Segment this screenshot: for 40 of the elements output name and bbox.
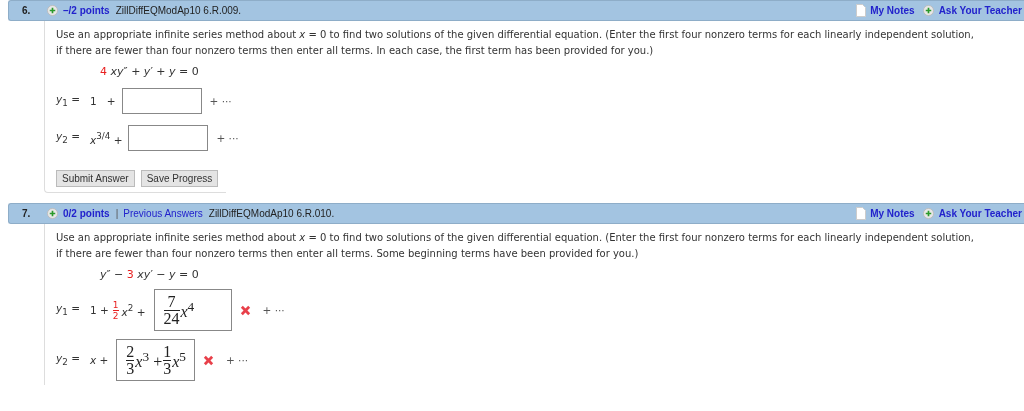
- question-number: 6.: [21, 5, 32, 16]
- form-button[interactable]: Save Progress: [140, 170, 219, 187]
- ellipsis-term: + ···: [225, 354, 249, 366]
- points-link[interactable]: 0/2 points: [63, 208, 110, 219]
- answer-label: y$_{1}$ =: [56, 302, 81, 318]
- given-term: x$^{3/4}$ +: [90, 130, 123, 146]
- ask-teacher-link[interactable]: Ask Your Teacher: [938, 5, 1022, 16]
- my-notes-link[interactable]: My Notes: [870, 5, 915, 16]
- fraction: 1 2: [112, 299, 119, 321]
- answer-label: y$_{1}$ =: [56, 93, 81, 109]
- equation: y″ − 3 xy′ − y = 0: [100, 268, 200, 281]
- answer-field[interactable]: [121, 88, 202, 114]
- plus-icon[interactable]: [47, 208, 58, 219]
- answer-label: y$_{2}$ =: [56, 130, 81, 146]
- problem-code: ZillDiffEQModAp10 6.R.010.: [208, 208, 335, 219]
- form-button[interactable]: Submit Answer: [56, 170, 135, 187]
- given-term: x +: [90, 354, 109, 366]
- previous-answers-link[interactable]: Previous Answers: [123, 208, 203, 219]
- answer-label: y$_{2}$ =: [56, 352, 81, 368]
- given-term: 1 +: [90, 304, 109, 316]
- answer-field[interactable]: [128, 125, 209, 151]
- note-icon[interactable]: [856, 207, 867, 220]
- my-notes-link[interactable]: My Notes: [870, 208, 915, 219]
- plus-icon[interactable]: [922, 5, 934, 16]
- question-text: Use an appropriate infinite series method about x = 0 to find two solutions of the given differential equation. (Enter the first four nonzero terms for each linearly independent solution, if there are fewer than four nonzero terms then enter all terms. Some beginning terms have been provided for you.): [56, 231, 975, 261]
- ellipsis-term: + ···: [216, 132, 239, 144]
- plus-icon[interactable]: [922, 208, 934, 219]
- problem-code: ZillDiffEQModAp10 6.R.009.: [115, 5, 242, 16]
- points-link[interactable]: –/2 points: [63, 5, 110, 16]
- question-number: 7.: [21, 208, 32, 219]
- plus-icon[interactable]: [47, 5, 58, 16]
- given-term: x$^{2}$ +: [121, 302, 146, 318]
- question-text: Use an appropriate infinite series method about x = 0 to find two solutions of the given differential equation. (Enter the first four nonzero terms for each linearly independent solution, if there are fewer than four nonzero terms then enter all terms. In each case, the first term has been provided for you.): [56, 28, 975, 58]
- equation: 4 xy″ + y′ + y = 0: [100, 65, 200, 78]
- note-icon[interactable]: [856, 4, 867, 17]
- ellipsis-term: + ···: [262, 304, 285, 316]
- ellipsis-term: + ···: [209, 95, 232, 107]
- separator: |: [115, 208, 119, 219]
- ask-teacher-link[interactable]: Ask Your Teacher: [938, 208, 1022, 219]
- given-term: 1 +: [90, 95, 116, 107]
